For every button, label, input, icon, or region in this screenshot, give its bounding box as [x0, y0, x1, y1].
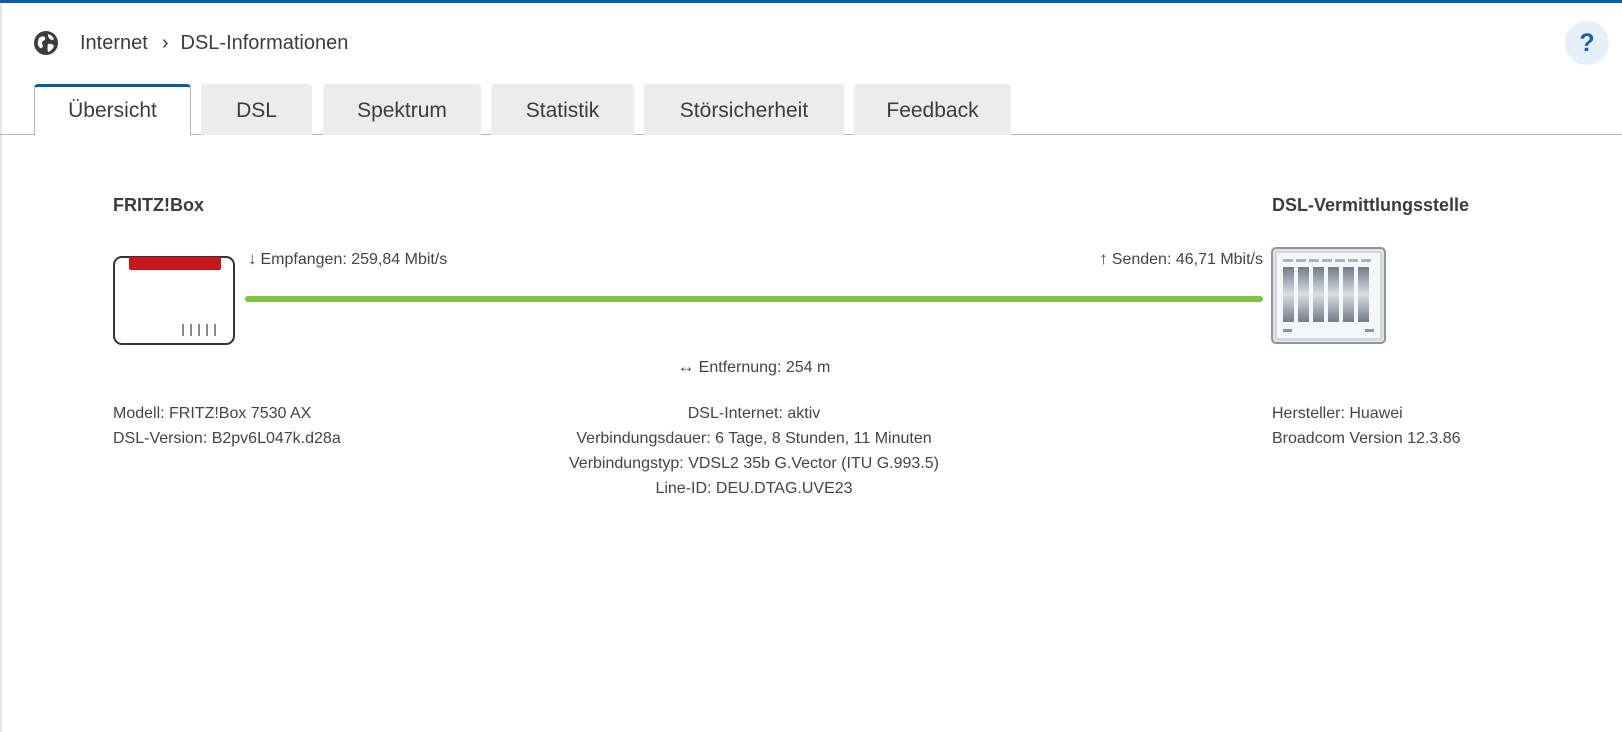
fritzbox-heading: FRITZ!Box: [113, 195, 204, 215]
arrow-up-icon: ↑: [1099, 249, 1108, 268]
connection-type: Verbindungstyp: VDSL2 35b G.Vector (ITU …: [569, 455, 939, 472]
breadcrumb: Internet › DSL-Informationen: [33, 28, 348, 58]
arrow-left-right-icon: ↔: [677, 357, 695, 376]
fritzbox-router-icon: [113, 256, 235, 345]
help-button[interactable]: ?: [1565, 21, 1609, 65]
top-accent-bar: [0, 0, 1622, 3]
exchange-heading: DSL-Vermittlungsstelle: [1272, 195, 1470, 215]
tab-statistik[interactable]: Statistik: [491, 84, 634, 135]
tab-bar: Übersicht DSL Spektrum Statistik Störsic…: [0, 84, 1622, 136]
receive-rate: ↓ Empfangen: 259,84 Mbit/s: [248, 249, 447, 269]
breadcrumb-internet[interactable]: Internet: [80, 32, 148, 55]
breadcrumb-current-page: DSL-Informationen: [180, 31, 349, 54]
tab-feedback[interactable]: Feedback: [854, 84, 1011, 135]
exchange-version: Broadcom Version 12.3.86: [1272, 430, 1461, 447]
connection-duration: Verbindungsdauer: 6 Tage, 8 Stunden, 11 …: [576, 430, 932, 447]
dsl-internet-status: DSL-Internet: aktiv: [687, 405, 821, 422]
tab-spektrum[interactable]: Spektrum: [323, 84, 481, 135]
fritzbox-dsl-version: DSL-Version: B2pv6L047k.d28a: [113, 430, 341, 447]
distance-text: Entfernung: 254 m: [698, 359, 831, 376]
exchange-manufacturer: Hersteller: Huawei: [1272, 405, 1403, 422]
send-rate: ↑ Senden: 46,71 Mbit/s: [1099, 249, 1263, 269]
chevron-right-icon: ›: [161, 31, 169, 54]
dsl-exchange-icon: [1271, 247, 1386, 344]
line-id: Line-ID: DEU.DTAG.UVE23: [655, 480, 853, 497]
fritzbox-model: Modell: FRITZ!Box 7530 AX: [113, 405, 312, 422]
tab-stoersicherheit[interactable]: Störsicherheit: [644, 84, 844, 135]
send-rate-text: Senden: 46,71 Mbit/s: [1111, 251, 1263, 268]
globe-icon: [34, 31, 58, 55]
distance: ↔ Entfernung: 254 m: [554, 357, 954, 377]
dsl-link-line: [245, 296, 1263, 302]
receive-rate-text: Empfangen: 259,84 Mbit/s: [260, 251, 448, 268]
tab-dsl[interactable]: DSL: [201, 84, 312, 135]
tab-uebersicht[interactable]: Übersicht: [34, 84, 191, 136]
arrow-down-icon: ↓: [248, 249, 257, 268]
